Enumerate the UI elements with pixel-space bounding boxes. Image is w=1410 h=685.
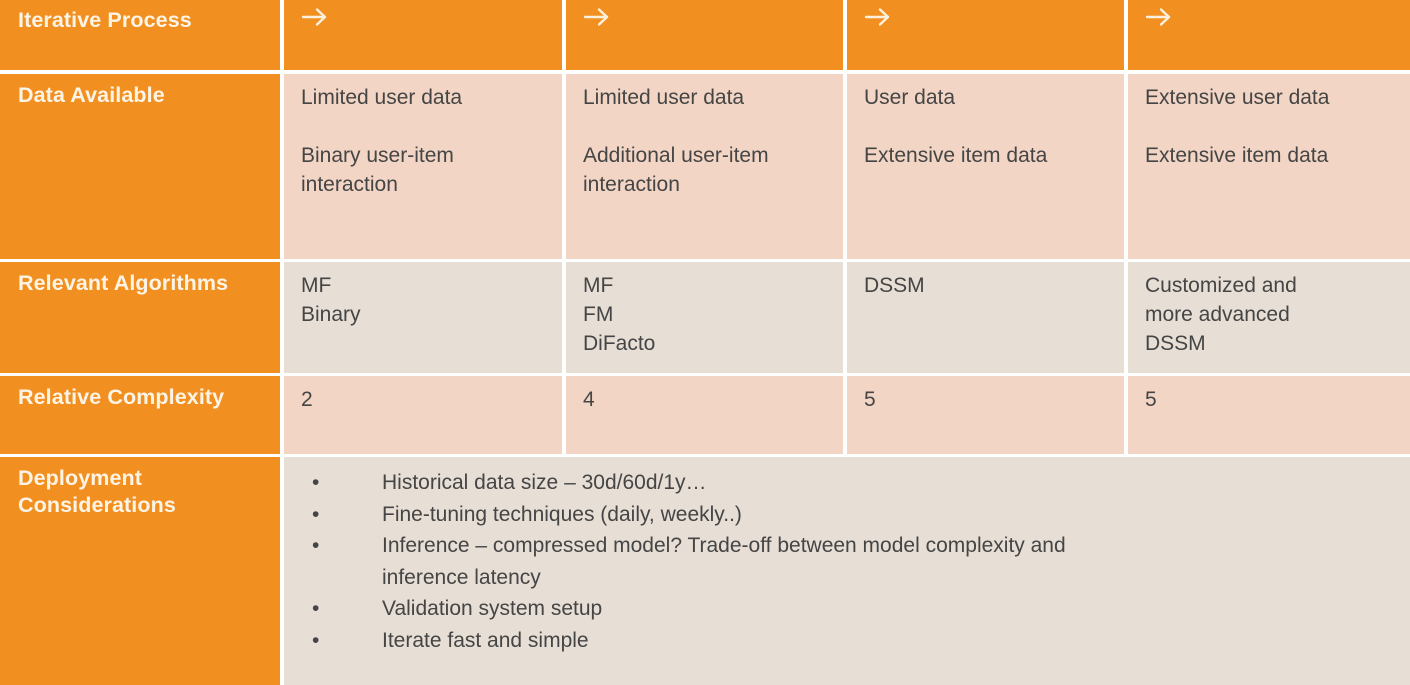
row-label-relative-complexity: Relative Complexity: [0, 376, 280, 454]
cell-data-available-stage-1: Limited user data Binary user-item inter…: [284, 74, 562, 259]
cell-line: Binary user-item: [301, 144, 454, 167]
list-item: • Iterate fast and simple: [302, 625, 1398, 657]
cell-line: DSSM: [1145, 332, 1206, 355]
row-header-label: Iterative Process: [18, 8, 192, 32]
bullet-icon: •: [312, 471, 320, 494]
list-item-text-continuation: inference latency: [382, 565, 541, 589]
bullet-icon: •: [312, 502, 320, 526]
row-label-text: Relevant: [18, 271, 109, 295]
cell-line: Extensive user data: [1145, 86, 1330, 109]
cell-line-spacer: [864, 112, 1114, 141]
cell-line-spacer: [301, 112, 552, 141]
header-cell-stage-3: [847, 0, 1124, 70]
cell-line: Limited user data: [301, 86, 463, 109]
cell-line: FM: [583, 303, 614, 326]
list-item-text: Iterate fast and simple: [382, 628, 589, 652]
arrow-right-icon: [301, 8, 327, 26]
row-label-text: Complexity: [107, 385, 225, 409]
cell-data-available-stage-3: User data Extensive item data: [847, 74, 1124, 259]
row-label-text: Deployment: [18, 466, 143, 490]
cell-line: Binary: [301, 303, 361, 326]
bullet-icon: •: [312, 534, 320, 557]
list-item: • Fine-tuning techniques (daily, weekly.…: [302, 499, 1398, 531]
cell-line: Customized and: [1145, 274, 1297, 297]
cell-line-spacer: [1145, 112, 1400, 141]
arrow-right-icon: [1145, 8, 1171, 26]
cell-line: 5: [864, 388, 876, 411]
row-label-text: Relative: [18, 385, 102, 409]
cell-line: more advanced: [1145, 303, 1290, 326]
cell-line: interaction: [301, 173, 398, 196]
header-cell-stage-1: [284, 0, 562, 70]
cell-line: 5: [1145, 388, 1157, 411]
header-cell-stage-2: [566, 0, 843, 70]
cell-relative-complexity-stage-4: 5: [1128, 376, 1410, 454]
cell-data-available-stage-2: Limited user data Additional user-item i…: [566, 74, 843, 259]
cell-line: interaction: [583, 173, 680, 196]
header-cell-stage-4: [1128, 0, 1410, 70]
cell-line-spacer: [583, 112, 833, 141]
cell-data-available-stage-4: Extensive user data Extensive item data: [1128, 74, 1410, 259]
cell-line: Extensive item data: [1145, 144, 1329, 167]
cell-line: Extensive item data: [864, 144, 1048, 167]
cell-line: 4: [583, 388, 595, 411]
row-label-text: Algorithms: [113, 271, 229, 295]
cell-line: User data: [864, 86, 956, 109]
cell-line: Additional user-item: [583, 144, 769, 167]
cell-relative-complexity-stage-2: 4: [566, 376, 843, 454]
cell-relative-complexity-stage-3: 5: [847, 376, 1124, 454]
arrow-right-icon: [864, 8, 890, 26]
row-label-deployment-considerations: Deployment Considerations: [0, 457, 280, 685]
cell-deployment-considerations-bullets: • Historical data size – 30d/60d/1y… • F…: [284, 457, 1410, 685]
cell-relevant-algorithms-stage-1: MF Binary: [284, 262, 562, 373]
cell-line: 2: [301, 388, 313, 411]
row-header-iterative-process: Iterative Process: [0, 0, 280, 70]
cell-relevant-algorithms-stage-3: DSSM: [847, 262, 1124, 373]
cell-line: DSSM: [864, 274, 925, 297]
row-label-relevant-algorithms: Relevant Algorithms: [0, 262, 280, 373]
row-label-data-available: Data Available: [0, 74, 280, 259]
row-label-text: Considerations: [18, 493, 176, 517]
row-label-text: Data Available: [18, 83, 165, 107]
list-item-text: Inference – compressed model? Trade-off …: [382, 534, 1066, 557]
comparison-table: Iterative Process Data Available Limited…: [0, 0, 1410, 685]
list-item-text: Validation system setup: [382, 597, 603, 620]
cell-relative-complexity-stage-1: 2: [284, 376, 562, 454]
list-item-text: Fine-tuning techniques (daily, weekly..): [382, 502, 742, 526]
arrow-right-icon: [583, 8, 609, 26]
list-item: • Validation system setup: [302, 593, 1398, 625]
cell-relevant-algorithms-stage-4: Customized and more advanced DSSM: [1128, 262, 1410, 373]
list-item: • Historical data size – 30d/60d/1y…: [302, 467, 1398, 499]
cell-line: DiFacto: [583, 332, 656, 355]
cell-line: MF: [583, 274, 614, 297]
cell-line: MF: [301, 274, 332, 297]
list-item-text: Historical data size – 30d/60d/1y…: [382, 471, 707, 494]
list-item: • Inference – compressed model? Trade-of…: [302, 530, 1398, 562]
cell-relevant-algorithms-stage-2: MF FM DiFacto: [566, 262, 843, 373]
bullet-icon: •: [312, 628, 320, 652]
cell-line: Limited user data: [583, 86, 745, 109]
bullet-icon: •: [312, 597, 320, 620]
